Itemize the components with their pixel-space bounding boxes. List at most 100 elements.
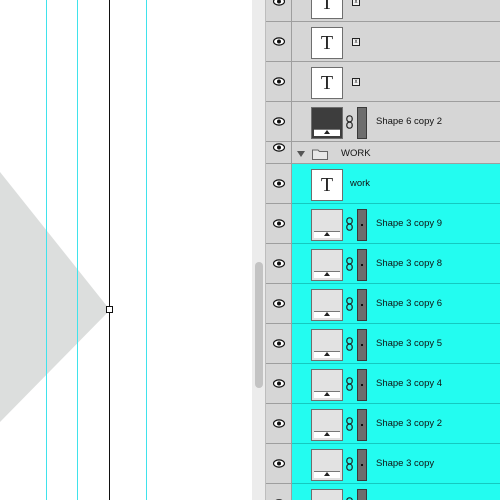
layer-body[interactable]: T x — [292, 22, 500, 62]
guide-line[interactable] — [77, 0, 78, 500]
link-icon[interactable] — [346, 114, 353, 129]
visibility-toggle[interactable] — [266, 404, 292, 444]
layer-body[interactable]: T work — [292, 164, 500, 204]
shape-layer-thumbnail — [311, 107, 343, 139]
visibility-toggle[interactable] — [266, 62, 292, 102]
canvas-scrollbar[interactable] — [252, 0, 266, 500]
document-canvas[interactable] — [0, 0, 252, 500]
shape-layer-thumbnail — [311, 409, 343, 441]
visibility-toggle[interactable] — [266, 364, 292, 404]
layer-row[interactable] — [266, 484, 500, 500]
thumbnail-strip — [314, 391, 340, 398]
layer-body[interactable]: Shape 3 copy 5 — [292, 324, 500, 364]
scrollbar-thumb[interactable] — [255, 262, 263, 388]
layer-body[interactable]: T x — [292, 62, 500, 102]
anchor-point[interactable] — [106, 306, 113, 313]
link-icon[interactable] — [346, 456, 353, 471]
vector-mask-thumbnail — [357, 489, 367, 500]
visibility-toggle[interactable] — [266, 444, 292, 484]
visibility-toggle[interactable] — [266, 142, 292, 163]
fx-checkbox[interactable]: x — [352, 77, 360, 86]
visibility-toggle[interactable] — [266, 484, 292, 500]
layer-row[interactable]: Shape 3 copy 2 — [266, 404, 500, 444]
vector-mask-thumbnail — [357, 369, 367, 401]
link-icon[interactable] — [346, 336, 353, 351]
visibility-toggle[interactable] — [266, 102, 292, 142]
eye-icon[interactable] — [273, 116, 285, 126]
layer-row[interactable]: T x — [266, 62, 500, 102]
triangle-icon — [324, 232, 330, 236]
eye-icon[interactable] — [273, 338, 285, 348]
eye-icon[interactable] — [273, 76, 285, 86]
visibility-toggle[interactable] — [266, 284, 292, 324]
layer-row[interactable]: T x — [266, 22, 500, 62]
vector-mask-thumbnail — [357, 329, 367, 361]
visibility-toggle[interactable] — [266, 244, 292, 284]
layer-body[interactable]: Shape 3 copy 2 — [292, 404, 500, 444]
visibility-toggle[interactable] — [266, 22, 292, 62]
layer-body[interactable]: Shape 3 copy 6 — [292, 284, 500, 324]
visibility-toggle[interactable] — [266, 0, 292, 22]
folder-icon — [312, 149, 328, 160]
layer-body[interactable] — [292, 484, 500, 500]
eye-icon[interactable] — [273, 0, 285, 6]
shape-layer-thumbnail — [311, 449, 343, 481]
visibility-toggle[interactable] — [266, 164, 292, 204]
eye-icon[interactable] — [273, 218, 285, 228]
layer-row[interactable]: Shape 3 copy 4 — [266, 364, 500, 404]
visibility-toggle[interactable] — [266, 204, 292, 244]
thumbnail-strip — [314, 431, 340, 438]
vector-mask-thumbnail — [357, 107, 367, 139]
guide-line[interactable] — [46, 0, 47, 500]
fx-checkbox[interactable]: x — [352, 37, 360, 46]
layer-name: Shape 3 copy 9 — [376, 217, 443, 229]
triangle-icon — [324, 472, 330, 476]
link-icon[interactable] — [346, 416, 353, 431]
link-icon[interactable] — [346, 376, 353, 391]
link-icon[interactable] — [346, 296, 353, 311]
layer-row[interactable]: T work — [266, 164, 500, 204]
eye-icon[interactable] — [273, 143, 285, 152]
text-layer-thumbnail: T — [311, 0, 343, 19]
text-layer-thumbnail: T — [311, 169, 343, 201]
eye-icon[interactable] — [273, 418, 285, 428]
link-icon[interactable] — [346, 256, 353, 271]
text-layer-thumbnail: T — [311, 67, 343, 99]
eye-icon[interactable] — [273, 298, 285, 308]
link-icon[interactable] — [346, 496, 353, 500]
layer-row[interactable]: Shape 3 copy — [266, 444, 500, 484]
eye-icon[interactable] — [273, 178, 285, 188]
eye-icon[interactable] — [273, 458, 285, 468]
thumbnail-strip — [314, 311, 340, 318]
vector-mask-thumbnail — [357, 249, 367, 281]
layer-body[interactable]: Shape 6 copy 2 — [292, 102, 500, 142]
eye-icon[interactable] — [273, 36, 285, 46]
layer-name: Shape 3 copy — [376, 457, 435, 469]
group-row[interactable]: WORK — [266, 142, 500, 164]
layer-body[interactable]: Shape 3 copy 4 — [292, 364, 500, 404]
collapse-caret-icon[interactable] — [297, 151, 305, 157]
layer-body[interactable]: Shape 3 copy — [292, 444, 500, 484]
eye-icon[interactable] — [273, 258, 285, 268]
layer-body[interactable]: T x — [292, 0, 500, 22]
layer-body[interactable]: Shape 3 copy 9 — [292, 204, 500, 244]
vector-mask-thumbnail — [357, 449, 367, 481]
layer-row[interactable]: Shape 3 copy 8 — [266, 244, 500, 284]
layer-row[interactable]: Shape 6 copy 2 — [266, 102, 500, 142]
eye-icon[interactable] — [273, 378, 285, 388]
group-name: WORK — [341, 148, 371, 159]
link-icon[interactable] — [346, 216, 353, 231]
shape-layer-thumbnail — [311, 289, 343, 321]
triangle-icon — [324, 312, 330, 316]
layer-row[interactable]: Shape 3 copy 6 — [266, 284, 500, 324]
thumbnail-strip — [314, 471, 340, 478]
visibility-toggle[interactable] — [266, 324, 292, 364]
triangle-icon — [324, 392, 330, 396]
layer-row[interactable]: Shape 3 copy 9 — [266, 204, 500, 244]
guide-line[interactable] — [146, 0, 147, 500]
layer-body[interactable]: Shape 3 copy 8 — [292, 244, 500, 284]
layer-name: work — [350, 177, 371, 189]
layer-row[interactable]: Shape 3 copy 5 — [266, 324, 500, 364]
fx-checkbox[interactable]: x — [352, 0, 360, 6]
layer-row[interactable]: T x — [266, 0, 500, 22]
